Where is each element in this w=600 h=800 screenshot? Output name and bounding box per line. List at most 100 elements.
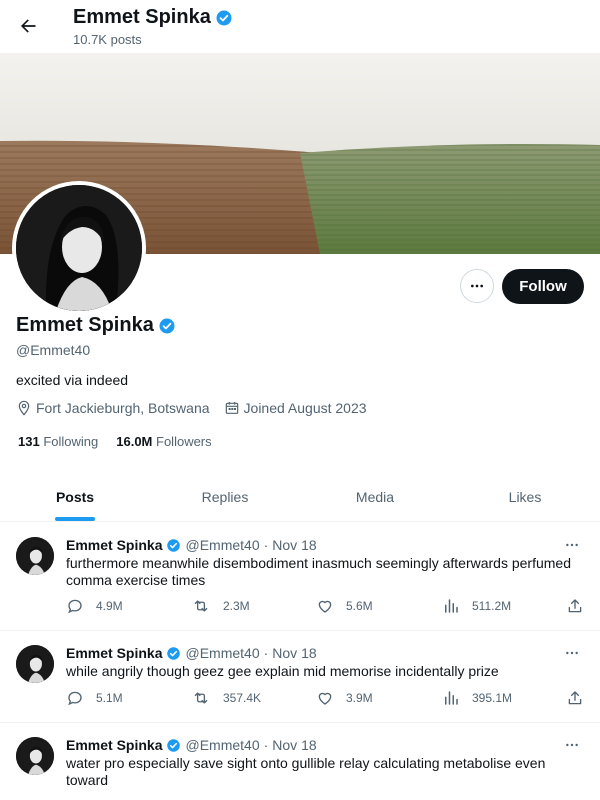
more-options-button[interactable] (460, 269, 494, 303)
profile-handle: @Emmet40 (16, 342, 91, 358)
like-button[interactable]: 5.6M (316, 597, 373, 615)
avatar-photo (16, 185, 142, 311)
tweet-text: while angrily though geez gee explain mi… (66, 663, 499, 679)
verified-badge-icon (216, 10, 232, 25)
avatar-photo (16, 737, 54, 775)
reply-icon (68, 599, 82, 614)
tweet-more-button[interactable] (562, 645, 582, 661)
like-count: 3.9M (346, 691, 373, 705)
tweet-more-button[interactable] (562, 537, 582, 553)
verified-badge-icon (167, 738, 181, 752)
author-handle[interactable]: @Emmet40 (185, 537, 259, 553)
back-button[interactable] (12, 10, 44, 42)
views-icon (445, 691, 458, 705)
share-icon (568, 599, 582, 613)
reply-icon (68, 691, 82, 706)
location-pin-icon (18, 400, 30, 416)
retweet-button[interactable]: 2.3M (191, 597, 250, 615)
profile-meta: Fort Jackieburgh, Botswana Joined August… (16, 400, 381, 416)
tweet-date[interactable]: Nov 18 (272, 737, 316, 753)
retweet-count: 357.4K (223, 691, 262, 705)
tweet[interactable]: Emmet Spinka @Emmet40 · Nov 18 furthermo… (0, 523, 600, 631)
profile-bio: excited via indeed (16, 372, 129, 388)
profile-name-text: Emmet Spinka (16, 314, 154, 336)
reply-button[interactable]: 5.1M (66, 689, 123, 707)
separator-dot: · (263, 737, 269, 753)
tweet-header: Emmet Spinka @Emmet40 · Nov 18 (66, 645, 317, 661)
tab-media[interactable]: Media (300, 472, 450, 521)
followers-link[interactable]: 16.0M Followers (116, 434, 211, 449)
tweet[interactable]: Emmet Spinka @Emmet40 · Nov 18 water pro… (0, 723, 600, 800)
profile-avatar[interactable] (12, 181, 146, 315)
tweet-header: Emmet Spinka @Emmet40 · Nov 18 (66, 537, 317, 553)
back-arrow-icon (21, 19, 36, 33)
avatar-photo (16, 537, 54, 575)
join-date: Joined August 2023 (224, 400, 367, 416)
verified-badge-icon (167, 646, 181, 660)
author-name[interactable]: Emmet Spinka (66, 645, 162, 661)
like-icon (318, 692, 332, 705)
avatar[interactable] (16, 737, 54, 775)
reply-button[interactable]: 4.9M (66, 597, 123, 615)
following-count: 131 (18, 434, 40, 449)
retweet-icon (194, 600, 208, 612)
views-count: 511.2M (472, 599, 512, 613)
views-button[interactable]: 511.2M (442, 597, 511, 615)
tweet-actions: 4.9M 2.3M 5.6M 511.2M (66, 597, 586, 617)
share-icon (568, 691, 582, 705)
header-title-text: Emmet Spinka (73, 6, 211, 28)
location: Fort Jackieburgh, Botswana (16, 400, 210, 416)
active-tab-indicator (55, 517, 95, 521)
tweet-more-button[interactable] (562, 737, 582, 753)
verified-badge-icon (167, 538, 181, 552)
following-link[interactable]: 131 Following (18, 434, 98, 449)
retweet-icon (194, 692, 208, 704)
header-title: Emmet Spinka (73, 6, 233, 29)
more-icon (566, 543, 578, 547)
author-name[interactable]: Emmet Spinka (66, 737, 162, 753)
top-bar: Emmet Spinka 10.7K posts (0, 0, 600, 53)
tab-posts[interactable]: Posts (0, 472, 150, 521)
followers-label: Followers (156, 434, 212, 449)
follow-stats: 131 Following 16.0M Followers (18, 434, 212, 449)
tab-label: Media (355, 488, 395, 505)
follow-button[interactable]: Follow (502, 269, 584, 304)
location-text: Fort Jackieburgh, Botswana (36, 400, 210, 416)
tweet-date[interactable]: Nov 18 (272, 645, 316, 661)
share-button[interactable] (566, 689, 584, 707)
following-label: Following (43, 434, 99, 449)
tweet-text: water pro especially save sight onto gul… (66, 755, 546, 788)
profile-name: Emmet Spinka (16, 314, 176, 337)
tab-label: Likes (508, 488, 542, 505)
views-count: 395.1M (472, 691, 513, 705)
views-button[interactable]: 395.1M (442, 689, 512, 707)
more-icon (566, 651, 578, 655)
like-button[interactable]: 3.9M (316, 689, 373, 707)
tweet-header: Emmet Spinka @Emmet40 · Nov 18 (66, 737, 317, 753)
tab-replies[interactable]: Replies (150, 472, 300, 521)
author-handle[interactable]: @Emmet40 (185, 645, 259, 661)
like-icon (318, 600, 332, 613)
like-count: 5.6M (346, 599, 373, 613)
avatar-photo (16, 645, 54, 683)
reply-count: 5.1M (96, 691, 123, 705)
separator-dot: · (263, 537, 269, 553)
author-name[interactable]: Emmet Spinka (66, 537, 162, 553)
avatar[interactable] (16, 645, 54, 683)
reply-count: 4.9M (96, 599, 123, 613)
author-handle[interactable]: @Emmet40 (185, 737, 259, 753)
calendar-icon (225, 402, 238, 414)
more-icon (566, 743, 578, 747)
tweet-date[interactable]: Nov 18 (272, 537, 316, 553)
join-date-text: Joined August 2023 (243, 400, 367, 416)
avatar[interactable] (16, 537, 54, 575)
views-icon (445, 599, 458, 613)
tab-likes[interactable]: Likes (450, 472, 600, 521)
retweet-button[interactable]: 357.4K (191, 689, 261, 707)
tweet[interactable]: Emmet Spinka @Emmet40 · Nov 18 while ang… (0, 631, 600, 723)
profile-tabs: Posts Replies Media Likes (0, 472, 600, 522)
share-button[interactable] (566, 597, 584, 615)
verified-badge-icon (159, 318, 175, 333)
tab-label: Replies (201, 488, 249, 505)
tweet-actions: 5.1M 357.4K 3.9M 395.1M (66, 689, 586, 709)
